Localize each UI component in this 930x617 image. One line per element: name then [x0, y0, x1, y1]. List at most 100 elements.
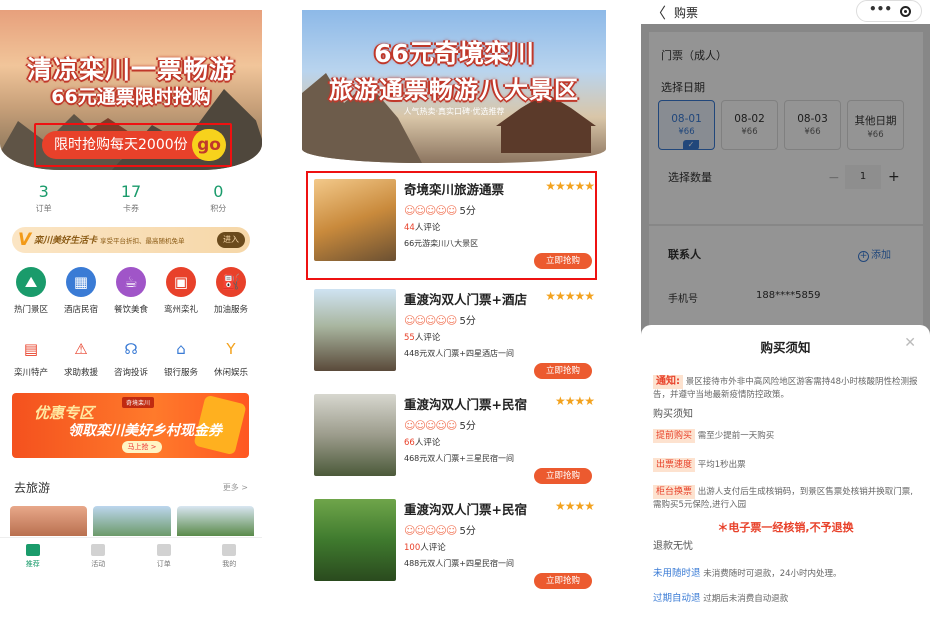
refund-tag: 过期自动退: [653, 593, 701, 604]
ticket-thumb: [314, 179, 396, 261]
page-title: 购票: [674, 6, 699, 20]
service-bank[interactable]: ⌂ 银行服务: [156, 338, 206, 378]
mini-program-capsule: •••: [856, 0, 922, 22]
comment-count: 66: [404, 438, 415, 448]
ticket-thumb: [314, 394, 396, 476]
tab-orders[interactable]: 订单: [131, 538, 197, 577]
section-title: 购买须知: [653, 409, 693, 420]
service-hotel[interactable]: ▦ 酒店民宿: [56, 267, 106, 315]
close-target-icon[interactable]: [900, 6, 911, 17]
service-cocktail[interactable]: Y 休闲娱乐: [206, 338, 256, 378]
section-title: 去旅游: [14, 481, 51, 495]
stat-points[interactable]: 0 积分: [175, 182, 262, 214]
buy-now-button[interactable]: 立即抢购: [534, 468, 592, 484]
banner-tagline: 人气热卖·真实口碑·优选推荐: [403, 107, 505, 116]
comment-count: 55: [404, 333, 415, 343]
stat-label: 积分: [210, 204, 227, 213]
service-headset[interactable]: ☊ 咨询投诉: [106, 338, 156, 378]
member-card-bar[interactable]: V 栾川美好生活卡 享受平台折扣、最高随机免单 进入: [12, 227, 250, 253]
purchase-notice-sheet: 购买须知 ✕ 通知: 景区接待市外非中高风险地区游客需持48小时核酸阴性检测报告…: [641, 325, 930, 617]
stat-num: 0: [213, 182, 224, 201]
notice-item-tag: 出票速度: [653, 458, 696, 472]
service-specialty[interactable]: ▤ 栾川特产: [6, 338, 56, 378]
ticket-item[interactable]: 重渡沟双人门票+民宿 ★★★★ ☺☺☺☺☺ 5分 66人评论 468元双人门票+三星民宿…: [312, 386, 602, 484]
bottom-tabbar: 推荐 活动 订单 我的: [0, 537, 262, 577]
ticket-name: 重渡沟双人门票+酒店: [404, 292, 527, 307]
travel-thumb[interactable]: [176, 506, 254, 536]
ticket-comments: 44人评论: [404, 221, 440, 233]
ticket-comments: 55人评论: [404, 331, 440, 343]
buy-now-button[interactable]: 立即抢购: [534, 363, 592, 379]
stat-num: 17: [120, 182, 142, 201]
ticket-item[interactable]: 重渡沟双人门票+民宿 ★★★★ ☺☺☺☺☺ 5分 100人评论 488元双人门票+四星民…: [312, 491, 602, 589]
gift-icon: ▣: [166, 267, 196, 297]
buy-now-button[interactable]: 立即抢购: [534, 573, 592, 589]
service-label: 餐饮美食: [113, 305, 148, 315]
score-value: 5分: [459, 316, 476, 327]
travel-thumbs: [10, 506, 254, 536]
ticket-name: 重渡沟双人门票+民宿: [404, 502, 527, 517]
service-label: 银行服务: [163, 368, 198, 378]
specialty-icon: ▤: [23, 340, 39, 358]
back-icon[interactable]: 〈: [651, 2, 666, 23]
comment-text: 人评论: [414, 438, 441, 448]
banner-title: 清凉栾川一票畅游: [26, 55, 235, 84]
star-rating-icon: ★★★★: [554, 394, 595, 408]
travel-thumb[interactable]: [93, 506, 171, 536]
ticket-comments: 66人评论: [404, 436, 440, 448]
stat-num: 3: [38, 182, 49, 201]
service-label: 加油服务: [213, 305, 248, 315]
more-link[interactable]: 更多 >: [223, 482, 248, 493]
banner-subtitle: 66元通票限时抢购: [51, 86, 211, 108]
service-mountain[interactable]: ⛰ 热门景区: [6, 267, 56, 315]
service-label: 鸾州栾礼: [163, 305, 198, 315]
ticket-item[interactable]: 重渡沟双人门票+酒店 ★★★★★ ☺☺☺☺☺ 5分 55人评论 448元双人门票+四星酒…: [312, 281, 602, 379]
service-gift[interactable]: ▣ 鸾州栾礼: [156, 267, 206, 315]
fuel-icon: ⛽: [216, 267, 246, 297]
comment-count: 44: [404, 223, 415, 233]
ticket-item[interactable]: 奇境栾川旅游通票 ★★★★★ ☺☺☺☺☺ 5分 44人评论 66元游栾川八大景区 立即抢购: [312, 171, 602, 269]
more-icon[interactable]: •••: [869, 2, 892, 16]
calendar-icon: [91, 544, 106, 556]
notice-item: 提前购买 需至少提前一天购买: [653, 429, 919, 443]
score-dots-icon: ☺☺☺☺☺: [404, 314, 457, 327]
tab-recommend[interactable]: 推荐: [0, 538, 66, 577]
ticket-desc: 448元双人门票+四星酒店一间: [404, 349, 514, 358]
stat-label: 卡券: [122, 204, 139, 213]
tab-label: 活动: [91, 560, 106, 568]
warning-text: ＊电子票一经核销,不予退换: [717, 521, 854, 534]
bank-icon: ⌂: [176, 340, 186, 358]
service-fuel[interactable]: ⛽ 加油服务: [206, 267, 256, 315]
purchase-screen: 〈 购票 ••• 门票（成人） 选择日期 08-01 ¥66 08-02 ¥66 08-…: [641, 0, 930, 617]
tab-mine[interactable]: 我的: [197, 538, 263, 577]
promo-button[interactable]: 马上抢 >: [122, 441, 162, 453]
star-rating-icon: ★★★★★: [545, 179, 595, 193]
comment-text: 人评论: [414, 223, 441, 233]
star-rating-icon: ★★★★★: [545, 289, 595, 303]
stat-orders[interactable]: 3 订单: [0, 182, 87, 214]
rescue-icon: ⚠: [74, 340, 88, 358]
promo-banner[interactable]: 优惠专区 奇境栾川 领取栾川美好乡村现金券 马上抢 >: [12, 393, 249, 458]
close-icon[interactable]: ✕: [904, 335, 916, 351]
member-title: 栾川美好生活卡: [34, 236, 98, 246]
promo-main: 领取栾川美好乡村现金券: [68, 423, 222, 439]
score-dots-icon: ☺☺☺☺☺: [404, 204, 457, 217]
service-label: 求助救援: [63, 368, 98, 378]
service-rescue[interactable]: ⚠ 求助救援: [56, 338, 106, 378]
notice-item: 柜台换票 出游人支付后生成核销码，到景区售票处核销并换取门票,需购买5元保险,进…: [653, 485, 919, 511]
score-dots-icon: ☺☺☺☺☺: [404, 419, 457, 432]
hotel-icon: ▦: [66, 267, 96, 297]
service-dining[interactable]: ☕ 餐饮美食: [106, 267, 156, 315]
flash-sale-button[interactable]: 限时抢购每天2000份 go: [42, 129, 226, 161]
stat-coupons[interactable]: 17 卡券: [87, 182, 174, 214]
buy-now-button[interactable]: 立即抢购: [534, 253, 592, 269]
travel-thumb[interactable]: [10, 506, 88, 536]
thumb-up-icon: [25, 544, 40, 556]
member-enter-button[interactable]: 进入: [217, 232, 245, 248]
ticket-list-screen: 66元奇境栾川 旅游通票畅游八大景区 人气热卖·真实口碑·优选推荐 奇境栾川旅游…: [302, 0, 606, 617]
tab-activity[interactable]: 活动: [66, 538, 132, 577]
comment-text: 人评论: [414, 333, 441, 343]
ticket-score: ☺☺☺☺☺ 5分: [404, 312, 476, 327]
ticket-thumb: [314, 499, 396, 581]
star-rating-icon: ★★★★: [554, 499, 595, 513]
